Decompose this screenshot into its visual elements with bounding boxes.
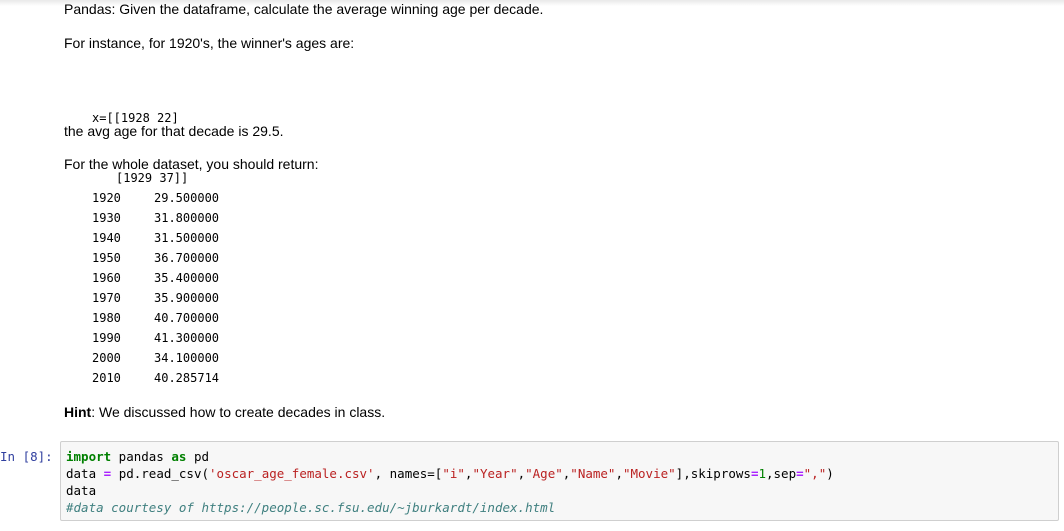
alias-name: pd xyxy=(186,449,210,464)
string-literal: "i" xyxy=(442,466,465,481)
cell-prompt: In [8]: xyxy=(0,449,53,464)
code-line: data = pd.read_csv('oscar_age_female.csv… xyxy=(66,466,834,481)
decade-label: 1940 xyxy=(92,231,121,245)
decade-output-table: 1920 29.500000 1930 31.800000 1940 31.500000 1… xyxy=(92,188,219,388)
code-line: import pandas as pd xyxy=(66,448,1058,465)
argument: ],skiprows xyxy=(675,466,751,481)
decade-row: 2000 34.100000 xyxy=(92,348,219,368)
string-literal: "Age" xyxy=(525,466,563,481)
hint-text: Hint: We discussed how to create decades… xyxy=(64,404,385,420)
instance-text: For instance, for 1920's, the winner's a… xyxy=(64,35,355,51)
decade-label: 1930 xyxy=(92,211,121,225)
decade-label: 1950 xyxy=(92,251,121,265)
decade-row: 1960 35.400000 xyxy=(92,268,219,288)
decade-row: 1940 31.500000 xyxy=(92,228,219,248)
keyword: as xyxy=(171,449,187,464)
code-cell-editor[interactable]: import pandas as pd data = pd.read_csv('… xyxy=(60,441,1059,521)
decade-label: 1920 xyxy=(92,191,121,205)
decade-row: 1990 41.300000 xyxy=(92,328,219,348)
variable: data xyxy=(66,466,104,481)
keyword: import xyxy=(66,449,112,464)
number-literal: 1 xyxy=(758,466,766,481)
decade-label: 2010 xyxy=(92,371,121,385)
argument: ,sep xyxy=(766,466,797,481)
hint-label: Hint xyxy=(64,404,92,420)
operator: = xyxy=(796,466,804,481)
decade-average: 29.500000 xyxy=(154,191,220,205)
string-literal: "Year" xyxy=(472,466,518,481)
module-name: pandas xyxy=(111,449,172,464)
decade-label: 1990 xyxy=(92,331,121,345)
code-comment: #data courtesy of https://people.sc.fsu.… xyxy=(66,500,556,515)
decade-average: 35.900000 xyxy=(154,291,220,305)
string-literal: "Movie" xyxy=(622,466,676,481)
decade-average: 41.300000 xyxy=(154,331,220,345)
task-title: Pandas: Given the dataframe, calculate t… xyxy=(64,1,544,17)
decade-row: 1980 40.700000 xyxy=(92,308,219,328)
decade-average: 31.500000 xyxy=(154,231,220,245)
paren: ) xyxy=(826,466,834,481)
decade-average: 36.700000 xyxy=(154,251,220,265)
decade-label: 1980 xyxy=(92,311,121,325)
argument: , names=[ xyxy=(374,466,443,481)
decade-row: 1950 36.700000 xyxy=(92,248,219,268)
decade-label: 1960 xyxy=(92,271,121,285)
string-literal: "Name" xyxy=(570,466,616,481)
decade-average: 34.100000 xyxy=(154,351,220,365)
decade-average: 35.400000 xyxy=(154,271,220,285)
decade-average: 31.800000 xyxy=(154,211,220,225)
decade-average: 40.285714 xyxy=(154,371,220,385)
decade-row: 2010 40.285714 xyxy=(92,368,219,388)
decade-label: 1970 xyxy=(92,291,121,305)
call: pd.read_csv( xyxy=(111,466,210,481)
decade-average: 40.700000 xyxy=(154,311,220,325)
hint-body: : We discussed how to create decades in … xyxy=(91,404,386,420)
code-line: data xyxy=(66,483,97,498)
decade-row: 1970 35.900000 xyxy=(92,288,219,308)
whole-dataset-text: For the whole dataset, you should return… xyxy=(64,156,319,172)
avg-text: the avg age for that decade is 29.5. xyxy=(64,123,284,139)
string-literal: 'oscar_age_female.csv' xyxy=(209,466,375,481)
decade-row: 1930 31.800000 xyxy=(92,208,219,228)
string-literal: "," xyxy=(803,466,827,481)
decade-row: 1920 29.500000 xyxy=(92,188,219,208)
decade-label: 2000 xyxy=(92,351,121,365)
